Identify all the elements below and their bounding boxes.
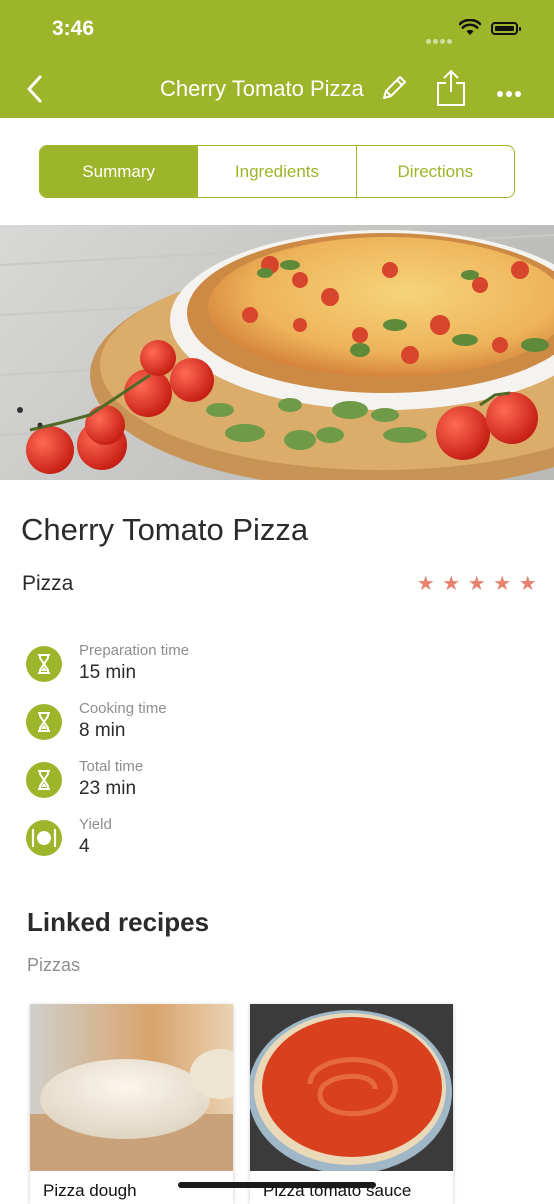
wifi-icon — [459, 19, 481, 35]
recipe-thumbnail — [250, 1004, 453, 1171]
hourglass-icon — [26, 646, 62, 682]
detail-label: Preparation time — [79, 642, 190, 659]
detail-value: 15 min — [79, 662, 137, 683]
status-time: 3:46 — [52, 17, 95, 40]
more-options-button[interactable] — [497, 84, 524, 102]
tab-bar: Summary Ingredients Directions — [39, 145, 515, 198]
linked-recipes-subtitle: Pizzas — [27, 955, 81, 975]
battery-icon — [491, 22, 521, 35]
share-icon[interactable] — [436, 68, 466, 108]
detail-value: 8 min — [79, 720, 126, 741]
tab-directions[interactable]: Directions — [355, 146, 514, 197]
back-button[interactable] — [24, 72, 54, 106]
detail-label: Yield — [79, 816, 112, 833]
hourglass-icon — [26, 704, 62, 740]
star-icon[interactable]: ★ — [439, 571, 465, 596]
nav-title: Cherry Tomato Pizza — [160, 76, 364, 101]
star-icon[interactable]: ★ — [413, 571, 439, 596]
card-title: Pizza dough — [43, 1181, 137, 1200]
signal-icon — [426, 31, 454, 49]
home-indicator — [178, 1182, 376, 1188]
recipe-title: Cherry Tomato Pizza — [21, 512, 309, 547]
rating-stars[interactable]: ★ ★ ★ ★ ★ — [413, 571, 541, 596]
star-icon[interactable]: ★ — [464, 571, 490, 596]
star-icon[interactable]: ★ — [515, 571, 541, 596]
recipe-thumbnail — [30, 1004, 233, 1171]
linked-recipe-card[interactable]: Pizza dough — [30, 1004, 233, 1204]
linked-recipe-card[interactable]: Pizza tomato sauce — [250, 1004, 453, 1204]
detail-value: 23 min — [79, 778, 137, 799]
app-header: 3:46 Cherry Tomato Pizza — [0, 0, 554, 118]
hourglass-icon — [26, 762, 62, 798]
edit-pencil-icon[interactable] — [378, 72, 410, 104]
plate-cutlery-icon — [26, 820, 62, 856]
recipe-photo — [0, 225, 554, 480]
detail-value: 4 — [79, 836, 90, 857]
linked-recipes-title: Linked recipes — [27, 907, 210, 937]
detail-label: Cooking time — [79, 700, 167, 717]
star-icon[interactable]: ★ — [490, 571, 516, 596]
tab-ingredients[interactable]: Ingredients — [197, 146, 355, 197]
tab-summary[interactable]: Summary — [40, 146, 198, 197]
recipe-category: Pizza — [22, 572, 74, 595]
detail-label: Total time — [79, 758, 144, 775]
